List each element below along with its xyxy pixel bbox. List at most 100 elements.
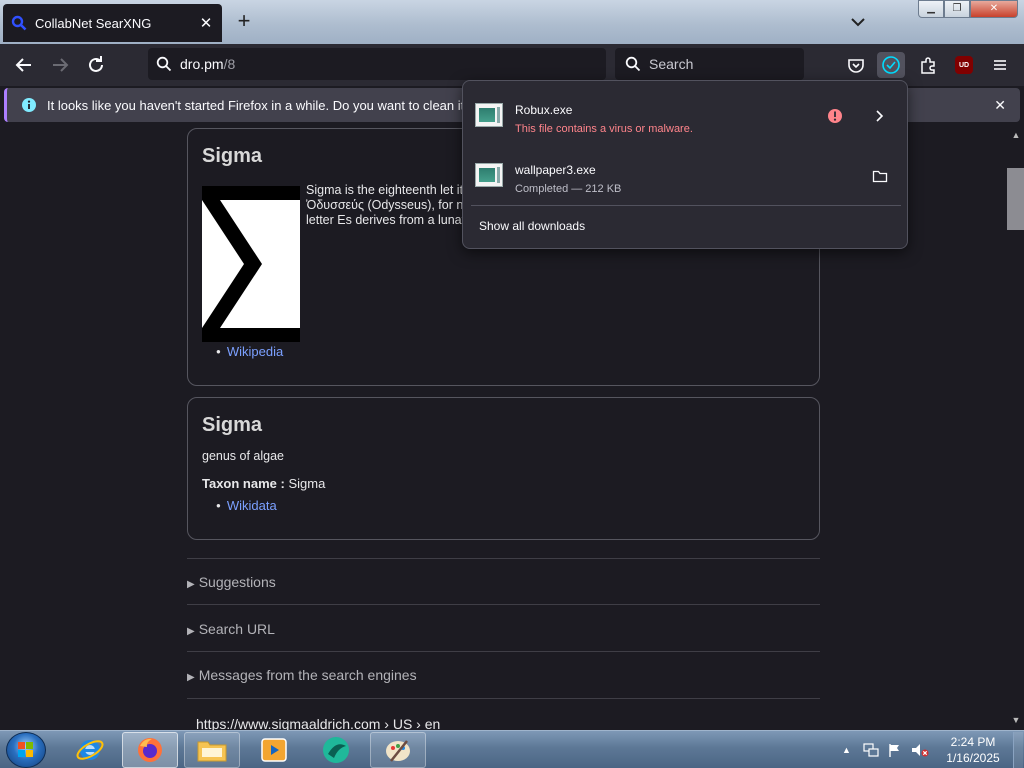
ublock-button[interactable]: UD	[950, 52, 978, 78]
notification-close-icon[interactable]: ✕	[994, 97, 1006, 114]
section-label: Search URL	[198, 621, 275, 637]
reload-icon[interactable]	[84, 53, 108, 77]
disclosure-triangle-icon: ▶	[187, 579, 195, 590]
divider	[471, 205, 901, 206]
extension-badge: UD	[958, 61, 970, 69]
search-icon	[625, 56, 641, 72]
forward-icon[interactable]	[48, 53, 72, 77]
divider	[187, 558, 820, 559]
infobox-card-wikidata: Sigma genus of algae Taxon name : Sigma …	[187, 397, 820, 540]
taskbar-internet-explorer[interactable]	[62, 732, 118, 768]
search-bar[interactable]	[615, 48, 804, 80]
taskbar-paint[interactable]	[370, 732, 426, 768]
puzzle-icon	[921, 57, 935, 74]
wikipedia-link[interactable]: Wikipedia	[227, 344, 283, 359]
taskbar-firefox[interactable]	[122, 732, 178, 768]
show-all-downloads-button[interactable]: Show all downloads	[479, 219, 585, 233]
engine-messages-toggle[interactable]: ▶ Messages from the search engines	[187, 667, 417, 683]
notification-message: It looks like you haven't started Firefo…	[47, 97, 502, 113]
new-tab-button[interactable]: +	[232, 10, 256, 34]
clock-date: 1/16/2025	[946, 751, 1000, 765]
divider	[187, 698, 820, 699]
taskbar-file-explorer[interactable]	[184, 732, 240, 768]
section-label: Messages from the search engines	[198, 667, 417, 683]
result-url[interactable]: https://www.sigmaaldrich.com › US › en	[196, 716, 440, 730]
taxon-row: Taxon name : Sigma	[202, 476, 325, 491]
scrollbar-thumb[interactable]	[1007, 168, 1024, 230]
download-name: Robux.exe	[515, 103, 573, 117]
back-icon[interactable]	[12, 53, 36, 77]
taskbar-app-teal[interactable]	[308, 732, 364, 768]
folder-icon	[197, 741, 227, 762]
exe-file-icon	[475, 163, 503, 187]
windows-logo-icon	[18, 742, 33, 757]
window-controls: ▁ ❐ ✕	[918, 0, 1020, 18]
divider	[187, 604, 820, 605]
extensions-button[interactable]	[914, 52, 942, 78]
network-icon[interactable]	[863, 742, 879, 758]
scroll-up-arrow-icon[interactable]: ▲	[1010, 130, 1022, 140]
download-item-wallpaper[interactable]: wallpaper3.exe Completed — 212 KB	[463, 147, 907, 205]
sigma-image	[202, 186, 300, 342]
taxon-label: Taxon name :	[202, 476, 285, 491]
tab-title: CollabNet SearXNG	[35, 15, 152, 31]
show-hidden-icons-arrow-icon[interactable]: ▲	[842, 745, 851, 755]
disclosure-triangle-icon: ▶	[187, 672, 195, 683]
download-complete-icon	[882, 56, 900, 74]
divider	[187, 651, 820, 652]
tab-close-icon[interactable]: ✕	[198, 14, 214, 32]
bullet: ●	[216, 347, 221, 356]
firefox-icon	[138, 738, 162, 762]
taxon-value: Sigma	[288, 476, 326, 491]
chevron-right-icon[interactable]	[871, 108, 887, 124]
url-text: dro.pm/8	[180, 56, 236, 72]
media-player-icon	[261, 738, 287, 762]
clock-time: 2:24 PM	[950, 735, 996, 749]
taskbar-clock[interactable]: 2:24 PM 1/16/2025	[936, 734, 1010, 766]
menu-button[interactable]	[986, 52, 1014, 78]
paint-icon	[386, 740, 410, 762]
downloads-button[interactable]	[877, 52, 905, 78]
search-url-toggle[interactable]: ▶ Search URL	[187, 621, 275, 637]
ublock-icon: UD	[955, 56, 973, 74]
app-teal-icon	[323, 737, 349, 763]
scroll-down-arrow-icon[interactable]: ▼	[1010, 715, 1022, 725]
taskbar-media-player[interactable]	[246, 732, 302, 768]
exe-file-icon	[475, 103, 503, 127]
infobox-link-item: ● Wikipedia	[216, 343, 283, 361]
show-desktop-button[interactable]	[1013, 732, 1023, 768]
taskbar: ▲ 2:24 PM 1/16/2025	[0, 730, 1024, 768]
infobox-title: Sigma	[202, 414, 263, 436]
disclosure-triangle-icon: ▶	[187, 626, 195, 637]
download-item-robux[interactable]: Robux.exe This file contains a virus or …	[463, 87, 907, 145]
close-window-button[interactable]: ✕	[970, 0, 1018, 18]
pocket-button[interactable]	[842, 52, 870, 78]
hamburger-icon	[994, 60, 1006, 70]
searxng-icon	[11, 15, 27, 31]
folder-icon[interactable]	[872, 168, 888, 184]
search-input[interactable]	[649, 56, 799, 72]
maximize-button[interactable]: ❐	[944, 0, 970, 18]
infobox-title: Sigma	[202, 145, 263, 167]
downloads-panel: Robux.exe This file contains a virus or …	[462, 80, 908, 249]
info-icon	[22, 98, 36, 112]
infobox-link-item: ● Wikidata	[216, 497, 277, 515]
warning-icon	[828, 109, 842, 123]
suggestions-toggle[interactable]: ▶ Suggestions	[187, 574, 276, 590]
internet-explorer-icon	[76, 740, 104, 760]
action-center-flag-icon[interactable]	[887, 742, 903, 758]
minimize-button[interactable]: ▁	[918, 0, 944, 18]
download-status: This file contains a virus or malware.	[515, 123, 693, 135]
volume-muted-icon[interactable]	[911, 742, 929, 758]
start-button[interactable]	[6, 732, 46, 768]
wikidata-link[interactable]: Wikidata	[227, 498, 277, 513]
system-tray: ▲	[842, 731, 929, 768]
download-status: Completed — 212 KB	[515, 183, 622, 195]
download-name: wallpaper3.exe	[515, 163, 596, 177]
url-bar[interactable]: dro.pm/8	[148, 48, 606, 80]
pocket-icon	[848, 59, 864, 73]
tab-active[interactable]: CollabNet SearXNG ✕	[3, 4, 222, 42]
search-icon	[156, 56, 172, 72]
infobox-description: genus of algae	[202, 449, 285, 463]
list-all-tabs-icon[interactable]	[846, 10, 870, 34]
